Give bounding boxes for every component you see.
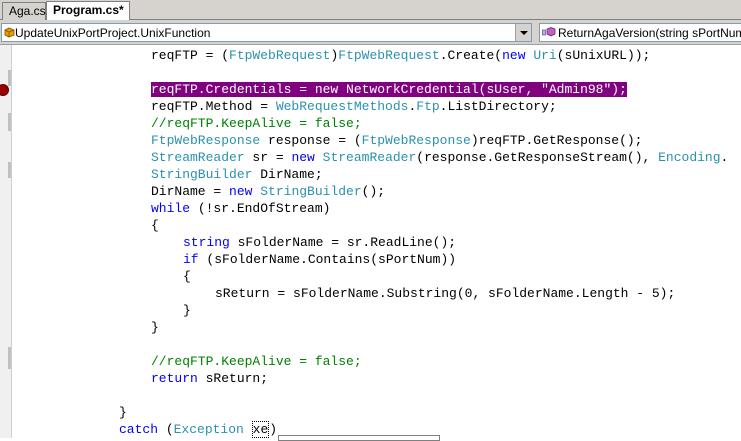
code-line-catch: catch (Exception xe) xyxy=(119,421,278,438)
code-line: } xyxy=(151,320,159,335)
code-line: StreamReader sr = new StreamReader(respo… xyxy=(151,150,729,165)
caret-selection[interactable]: xe xyxy=(251,421,270,438)
class-icon xyxy=(4,27,15,38)
code-line: StringBuilder DirName; xyxy=(151,167,323,182)
code-line: { xyxy=(151,218,159,233)
code-line: { xyxy=(183,269,191,284)
code-editor[interactable]: reqFTP = (FtpWebRequest)FtpWebRequest.Cr… xyxy=(0,45,741,438)
document-tab-strip: Aga.cs Program.cs* xyxy=(0,0,741,21)
code-line: DirName = new StringBuilder(); xyxy=(151,184,386,199)
code-line: return sReturn; xyxy=(151,371,269,386)
member-combo-value: ReturnAgaVersion(string sPortNum, st xyxy=(558,26,741,40)
code-line: reqFTP.Method = WebRequestMethods.Ftp.Li… xyxy=(151,99,557,114)
code-line: sReturn = sFolderName.Substring(0, sFold… xyxy=(215,286,676,301)
code-line-breakpoint: reqFTP.Credentials = new NetworkCredenti… xyxy=(151,81,627,98)
intellisense-popup[interactable] xyxy=(278,435,440,441)
tab-program-cs[interactable]: Program.cs* xyxy=(46,1,130,21)
code-line: } xyxy=(183,303,191,318)
breakpoint-highlight: reqFTP.Credentials = new NetworkCredenti… xyxy=(151,82,627,97)
code-line: while (!sr.EndOfStream) xyxy=(151,201,331,216)
navigation-bar: UpdateUnixPortProject.UnixFunction Retur… xyxy=(0,20,741,45)
code-comment: //reqFTP.KeepAlive = false; xyxy=(151,116,362,131)
member-combo[interactable]: ReturnAgaVersion(string sPortNum, st xyxy=(539,23,741,42)
class-combo[interactable]: UpdateUnixPortProject.UnixFunction xyxy=(1,23,532,42)
tab-aga-cs[interactable]: Aga.cs xyxy=(2,2,46,20)
code-line: FtpWebResponse response = (FtpWebRespons… xyxy=(151,133,643,148)
code-line: if (sFolderName.Contains(sPortNum)) xyxy=(183,252,457,267)
code-line: reqFTP = (FtpWebRequest)FtpWebRequest.Cr… xyxy=(151,48,651,63)
code-comment: //reqFTP.KeepAlive = false; xyxy=(151,354,362,369)
method-icon xyxy=(542,27,556,37)
class-combo-value: UpdateUnixPortProject.UnixFunction xyxy=(15,26,211,40)
code-line: string sFolderName = sr.ReadLine(); xyxy=(183,235,457,250)
code-line: } xyxy=(119,405,127,420)
chevron-down-icon[interactable] xyxy=(515,24,531,41)
